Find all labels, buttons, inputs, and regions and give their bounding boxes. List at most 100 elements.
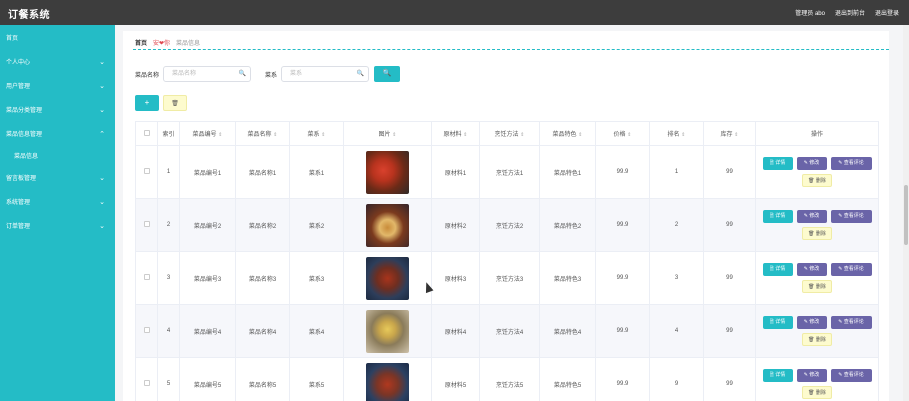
col-index: 索引: [157, 121, 180, 146]
cell-index: 5: [157, 357, 180, 401]
cell-material: 原材料3: [431, 251, 480, 305]
dish-image[interactable]: [366, 256, 409, 300]
col-method[interactable]: 烹饪方法 ⇕: [479, 121, 540, 146]
cell-price: 99.9: [595, 251, 650, 305]
dish-name-input[interactable]: [164, 67, 239, 81]
sidebar-item-home[interactable]: 首页: [0, 27, 115, 51]
dish-image[interactable]: [366, 150, 409, 194]
vertical-scrollbar[interactable]: [903, 25, 909, 401]
chevron-down-icon: ⌄: [99, 199, 105, 206]
cell-actions: 🗎 详情 ✎ 修改 ✎ 查看评论 🗑 删除: [755, 357, 879, 401]
cell-method: 烹饪方法3: [479, 251, 540, 305]
search-button[interactable]: 🔍: [374, 66, 401, 82]
sidebar-item-label: 菜品信息管理: [6, 132, 43, 138]
cell-code: 菜品编号1: [179, 145, 236, 199]
table-row: 2 菜品编号2 菜品名称2 菜系2 原材料2 烹饪方法2 菜品特色2 99.9 …: [135, 198, 879, 252]
view-comments-button[interactable]: ✎ 查看评论: [830, 369, 872, 382]
row-checkbox[interactable]: [135, 304, 158, 358]
cell-stock: 99: [703, 251, 756, 305]
cell-cuisine: 菜系5: [289, 357, 344, 401]
cell-name: 菜品名称1: [235, 145, 290, 199]
table-header: 索引 菜品编号 ⇕ 菜品名称 ⇕ 菜系 ⇕ 图片 ⇕ 原材料 ⇕ 烹饪方法 ⇕ …: [135, 121, 879, 146]
cell-index: 1: [157, 145, 180, 199]
sidebar-item-message-board[interactable]: 留言板管理 ⌄: [0, 167, 115, 191]
sidebar-item-system[interactable]: 系统管理 ⌄: [0, 191, 115, 215]
cuisine-input[interactable]: [282, 67, 357, 81]
cell-actions: 🗎 详情 ✎ 修改 ✎ 查看评论 🗑 删除: [755, 251, 879, 305]
col-material[interactable]: 原材料 ⇕: [431, 121, 480, 146]
dish-image[interactable]: [366, 362, 409, 401]
dish-name-field: 🔍: [163, 66, 252, 82]
add-button[interactable]: +: [135, 95, 159, 111]
delete-button[interactable]: 🗑 删除: [802, 386, 832, 399]
cell-image: [343, 145, 432, 199]
sidebar-subitem-dish-info[interactable]: 菜品信息: [0, 147, 115, 167]
cell-index: 4: [157, 304, 180, 358]
view-comments-button[interactable]: ✎ 查看评论: [830, 210, 872, 223]
sidebar-item-dish-info-manage[interactable]: 菜品信息管理 ⌃: [0, 123, 115, 147]
cell-actions: 🗎 详情 ✎ 修改 ✎ 查看评论 🗑 删除: [755, 198, 879, 252]
to-frontend-link[interactable]: 退出到前台: [835, 8, 865, 17]
cell-method: 烹饪方法2: [479, 198, 540, 252]
detail-button[interactable]: 🗎 详情: [762, 316, 793, 329]
sidebar-item-dish-category[interactable]: 菜品分类管理 ⌄: [0, 99, 115, 123]
dish-table: 索引 菜品编号 ⇕ 菜品名称 ⇕ 菜系 ⇕ 图片 ⇕ 原材料 ⇕ 烹饪方法 ⇕ …: [135, 121, 879, 401]
col-price[interactable]: 价格 ⇕: [595, 121, 650, 146]
cell-stock: 99: [703, 198, 756, 252]
cell-cuisine: 菜系1: [289, 145, 344, 199]
scrollbar-thumb[interactable]: [904, 185, 908, 245]
col-image[interactable]: 图片 ⇕: [343, 121, 432, 146]
edit-button[interactable]: ✎ 修改: [796, 157, 827, 170]
delete-button[interactable]: 🗑 删除: [802, 333, 832, 346]
search-bar: 菜品名称 🔍 菜系 🔍 🔍: [135, 66, 401, 82]
breadcrumb: 首页 安❤你 菜品信息: [135, 35, 200, 49]
logout-link[interactable]: 退出登录: [875, 8, 899, 17]
view-comments-button[interactable]: ✎ 查看评论: [830, 316, 872, 329]
col-feature[interactable]: 菜品特色 ⇕: [539, 121, 596, 146]
cell-stock: 99: [703, 145, 756, 199]
cell-price: 99.9: [595, 304, 650, 358]
detail-button[interactable]: 🗎 详情: [762, 157, 793, 170]
detail-button[interactable]: 🗎 详情: [762, 369, 793, 382]
sidebar-item-users[interactable]: 用户管理 ⌄: [0, 75, 115, 99]
row-checkbox[interactable]: [135, 357, 158, 401]
col-cuisine[interactable]: 菜系 ⇕: [289, 121, 344, 146]
cell-image: [343, 198, 432, 252]
dish-image[interactable]: [366, 309, 409, 353]
select-all-checkbox[interactable]: [135, 121, 158, 146]
cell-name: 菜品名称4: [235, 304, 290, 358]
batch-delete-button[interactable]: 🗑: [163, 95, 187, 111]
view-comments-button[interactable]: ✎ 查看评论: [830, 157, 872, 170]
col-code[interactable]: 菜品编号 ⇕: [179, 121, 236, 146]
edit-button[interactable]: ✎ 修改: [796, 316, 827, 329]
cell-price: 99.9: [595, 357, 650, 401]
row-checkbox[interactable]: [135, 251, 158, 305]
breadcrumb-home[interactable]: 首页: [135, 38, 147, 47]
cell-stock: 99: [703, 304, 756, 358]
col-name[interactable]: 菜品名称 ⇕: [235, 121, 290, 146]
col-stock[interactable]: 库存 ⇕: [703, 121, 756, 146]
cell-feature: 菜品特色1: [539, 145, 596, 199]
cell-rank: 9: [649, 357, 704, 401]
delete-button[interactable]: 🗑 删除: [802, 227, 832, 240]
row-checkbox[interactable]: [135, 145, 158, 199]
col-rank[interactable]: 排名 ⇕: [649, 121, 704, 146]
edit-button[interactable]: ✎ 修改: [796, 369, 827, 382]
detail-button[interactable]: 🗎 详情: [762, 263, 793, 276]
view-comments-button[interactable]: ✎ 查看评论: [830, 263, 872, 276]
dish-name-label: 菜品名称: [135, 72, 160, 79]
row-checkbox[interactable]: [135, 198, 158, 252]
sidebar-item-profile[interactable]: 个人中心 ⌄: [0, 51, 115, 75]
dish-image[interactable]: [366, 203, 409, 247]
cell-image: [343, 304, 432, 358]
delete-button[interactable]: 🗑 删除: [802, 280, 832, 293]
edit-button[interactable]: ✎ 修改: [796, 263, 827, 276]
detail-button[interactable]: 🗎 详情: [762, 210, 793, 223]
cell-image: [343, 357, 432, 401]
cell-material: 原材料1: [431, 145, 480, 199]
edit-button[interactable]: ✎ 修改: [796, 210, 827, 223]
delete-button[interactable]: 🗑 删除: [802, 174, 832, 187]
cell-cuisine: 菜系4: [289, 304, 344, 358]
cell-price: 99.9: [595, 145, 650, 199]
sidebar-item-orders[interactable]: 订单管理 ⌄: [0, 215, 115, 239]
